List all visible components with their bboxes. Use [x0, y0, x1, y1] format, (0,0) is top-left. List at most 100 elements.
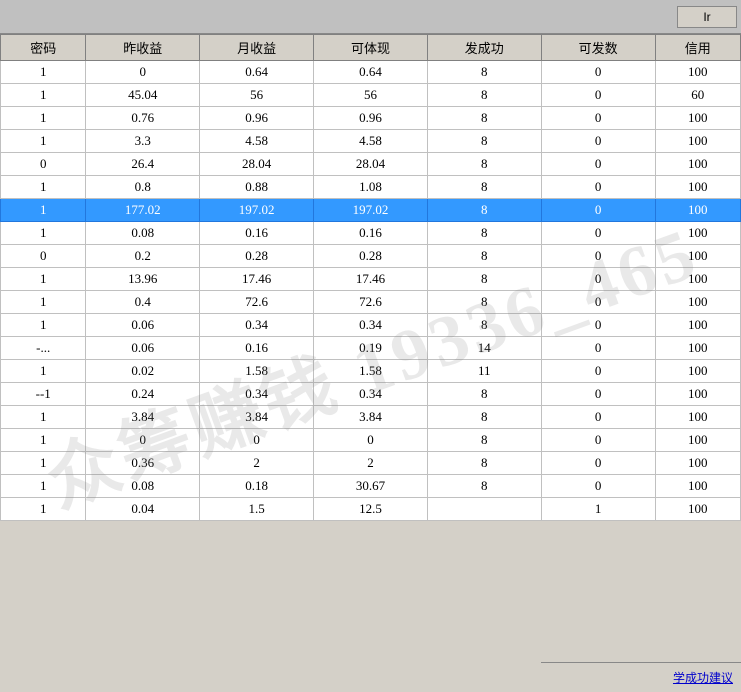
table-cell: 100 — [655, 452, 740, 475]
table-cell: 17.46 — [314, 268, 428, 291]
table-cell: 8 — [427, 291, 541, 314]
table-cell: 0.96 — [200, 107, 314, 130]
table-row[interactable]: 10.021.581.58110100 — [1, 360, 741, 383]
col-header-yueshouyi: 月收益 — [200, 35, 314, 61]
table-cell — [427, 498, 541, 521]
table-cell: 1 — [1, 475, 86, 498]
col-header-ketixian: 可体现 — [314, 35, 428, 61]
table-cell: 0.18 — [200, 475, 314, 498]
table-row[interactable]: 10.080.1830.6780100 — [1, 475, 741, 498]
table-row[interactable]: 026.428.0428.0480100 — [1, 153, 741, 176]
table-cell: 8 — [427, 176, 541, 199]
table-cell: 3.3 — [86, 130, 200, 153]
table-row[interactable]: -...0.060.160.19140100 — [1, 337, 741, 360]
table-cell: 0 — [541, 176, 655, 199]
table-cell: 0 — [314, 429, 428, 452]
table-row[interactable]: 1177.02197.02197.0280100 — [1, 199, 741, 222]
table-row[interactable]: 13.34.584.5880100 — [1, 130, 741, 153]
table-row[interactable]: 10.472.672.680100 — [1, 291, 741, 314]
table-cell: 0.4 — [86, 291, 200, 314]
table-cell: 100 — [655, 130, 740, 153]
table-cell: -... — [1, 337, 86, 360]
table-cell: 1 — [1, 452, 86, 475]
table-cell: 100 — [655, 314, 740, 337]
table-cell: 0 — [541, 452, 655, 475]
table-cell: 100 — [655, 429, 740, 452]
table-cell: 3.84 — [86, 406, 200, 429]
table-row[interactable]: 100.640.6480100 — [1, 61, 741, 84]
col-header-mima: 密码 — [1, 35, 86, 61]
table-row[interactable]: 100080100 — [1, 429, 741, 452]
table-cell: 14 — [427, 337, 541, 360]
table-cell: 72.6 — [200, 291, 314, 314]
table-row[interactable]: 10.80.881.0880100 — [1, 176, 741, 199]
table-cell: 0 — [541, 383, 655, 406]
table-row[interactable]: 10.362280100 — [1, 452, 741, 475]
table-row[interactable]: 113.9617.4617.4680100 — [1, 268, 741, 291]
table-cell: 0.96 — [314, 107, 428, 130]
table-cell: 100 — [655, 475, 740, 498]
table-row[interactable]: 145.0456568060 — [1, 84, 741, 107]
table-row[interactable]: 00.20.280.2880100 — [1, 245, 741, 268]
table-cell: --1 — [1, 383, 86, 406]
table-cell: 177.02 — [86, 199, 200, 222]
table-cell: 0.08 — [86, 222, 200, 245]
table-cell: 0 — [1, 153, 86, 176]
bottom-link[interactable]: 学成功建议 — [673, 669, 733, 686]
table-cell: 8 — [427, 245, 541, 268]
table-cell: 13.96 — [86, 268, 200, 291]
table-cell: 8 — [427, 406, 541, 429]
table-cell: 0 — [541, 429, 655, 452]
table-cell: 8 — [427, 314, 541, 337]
table-cell: 197.02 — [314, 199, 428, 222]
table-cell: 1 — [1, 176, 86, 199]
table-cell: 0 — [541, 314, 655, 337]
table-cell: 0 — [541, 61, 655, 84]
bottom-bar: 学成功建议 — [541, 662, 741, 692]
table-cell: 100 — [655, 268, 740, 291]
table-cell: 100 — [655, 153, 740, 176]
data-table: 密码 昨收益 月收益 可体现 发成功 可发数 信用 100.640.648010… — [0, 34, 741, 521]
table-cell: 8 — [427, 130, 541, 153]
table-cell: 8 — [427, 222, 541, 245]
table-cell: 4.58 — [314, 130, 428, 153]
table-row[interactable]: 10.760.960.9680100 — [1, 107, 741, 130]
table-cell: 1 — [541, 498, 655, 521]
table-cell: 100 — [655, 383, 740, 406]
table-cell: 3.84 — [314, 406, 428, 429]
table-cell: 0.34 — [200, 383, 314, 406]
table-cell: 0.16 — [314, 222, 428, 245]
table-cell: 0.2 — [86, 245, 200, 268]
table-cell: 30.67 — [314, 475, 428, 498]
table-cell: 1.08 — [314, 176, 428, 199]
table-row[interactable]: --10.240.340.3480100 — [1, 383, 741, 406]
table-row[interactable]: 13.843.843.8480100 — [1, 406, 741, 429]
table-cell: 100 — [655, 291, 740, 314]
table-cell: 0 — [1, 245, 86, 268]
table-cell: 1 — [1, 130, 86, 153]
table-cell: 8 — [427, 383, 541, 406]
table-cell: 28.04 — [200, 153, 314, 176]
table-cell: 0 — [541, 222, 655, 245]
table-cell: 100 — [655, 107, 740, 130]
table-cell: 0.02 — [86, 360, 200, 383]
table-cell: 1 — [1, 314, 86, 337]
table-cell: 0 — [541, 107, 655, 130]
top-bar: Ir — [0, 0, 741, 34]
table-row[interactable]: 10.041.512.51100 — [1, 498, 741, 521]
table-cell: 0 — [541, 291, 655, 314]
table-cell: 100 — [655, 245, 740, 268]
table-cell: 8 — [427, 107, 541, 130]
table-row[interactable]: 10.080.160.1680100 — [1, 222, 741, 245]
table-cell: 26.4 — [86, 153, 200, 176]
table-row[interactable]: 10.060.340.3480100 — [1, 314, 741, 337]
table-cell: 0.19 — [314, 337, 428, 360]
table-cell: 1 — [1, 84, 86, 107]
table-cell: 1 — [1, 360, 86, 383]
table-cell: 1.58 — [200, 360, 314, 383]
table-cell: 8 — [427, 452, 541, 475]
ir-button[interactable]: Ir — [677, 6, 737, 28]
table-cell: 100 — [655, 222, 740, 245]
table-cell: 0.16 — [200, 337, 314, 360]
col-header-fachenggong: 发成功 — [427, 35, 541, 61]
